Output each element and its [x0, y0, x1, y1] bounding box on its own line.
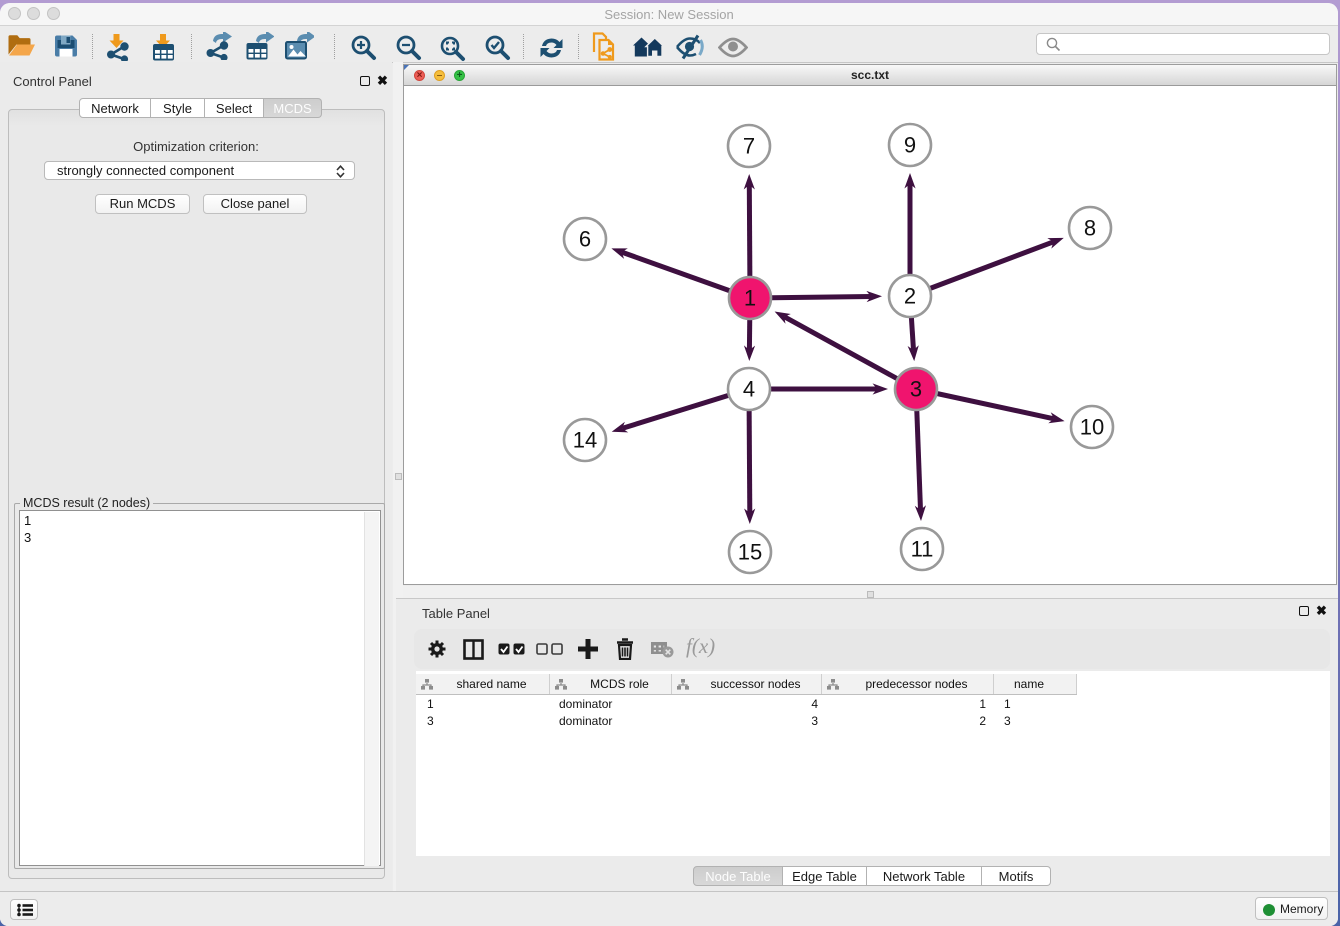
svg-text:4: 4 [743, 377, 755, 402]
svg-text:3: 3 [910, 377, 922, 402]
svg-text:7: 7 [743, 134, 755, 159]
svg-text:10: 10 [1080, 415, 1104, 440]
svg-text:9: 9 [904, 133, 916, 158]
svg-text:15: 15 [738, 540, 762, 565]
svg-text:1: 1 [744, 286, 756, 311]
svg-text:2: 2 [904, 284, 916, 309]
svg-text:11: 11 [911, 537, 934, 562]
svg-text:6: 6 [579, 227, 591, 252]
svg-text:14: 14 [573, 428, 597, 453]
svg-text:8: 8 [1084, 216, 1096, 241]
